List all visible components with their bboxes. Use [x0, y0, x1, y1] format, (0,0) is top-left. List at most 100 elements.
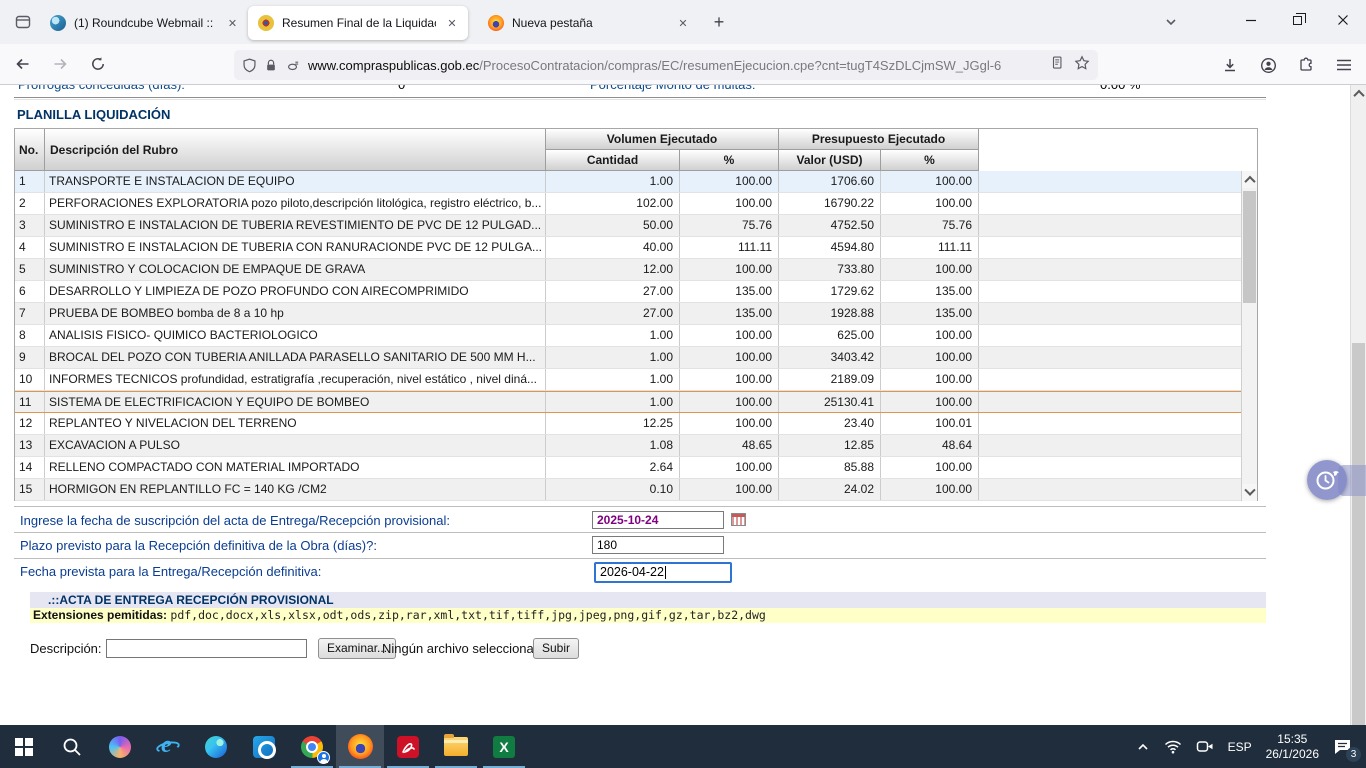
row-presupuesto-pct: 100.00 — [881, 479, 979, 500]
planilla-table-body: 1TRANSPORTE E INSTALACION DE EQUIPO1.001… — [15, 171, 1241, 501]
table-row[interactable]: 3SUMINISTRO E INSTALACION DE TUBERIA REV… — [15, 215, 1241, 237]
notification-count-badge: 3 — [1346, 747, 1361, 762]
calendar-icon[interactable] — [731, 513, 746, 526]
row-no: 11 — [15, 392, 45, 412]
new-tab-button[interactable]: + — [704, 7, 734, 37]
table-row[interactable]: 13EXCAVACION A PULSO1.0848.6512.8548.64 — [15, 435, 1241, 457]
row-valor-usd: 16790.22 — [779, 193, 881, 214]
bookmark-star-icon[interactable] — [1074, 55, 1090, 76]
fecha-definitiva-value: 2026-04-22 — [600, 565, 664, 580]
table-row[interactable]: 6DESARROLLO Y LIMPIEZA DE POZO PROFUNDO … — [15, 281, 1241, 303]
tab-roundcube[interactable]: (1) Roundcube Webmail :: Entra ✕ — [40, 6, 248, 40]
form-row-fecha-definitiva: Fecha prevista para la Entrega/Recepción… — [14, 559, 1266, 585]
table-row[interactable]: 11SISTEMA DE ELECTRIFICACION Y EQUIPO DE… — [15, 391, 1241, 413]
tab-close-icon[interactable]: ✕ — [674, 14, 692, 32]
url-bar[interactable]: www.compraspublicas.gob.ec/ProcesoContra… — [234, 50, 1098, 80]
row-presupuesto-pct: 135.00 — [881, 281, 979, 302]
taskbar-edge-icon[interactable] — [192, 725, 240, 768]
row-cantidad: 50.00 — [546, 215, 680, 236]
taskbar-internet-explorer-icon[interactable]: e — [144, 725, 192, 768]
time-tracker-extension-button[interactable] — [1307, 460, 1347, 500]
meet-now-icon[interactable] — [1189, 725, 1221, 768]
table-row[interactable]: 1TRANSPORTE E INSTALACION DE EQUIPO1.001… — [15, 171, 1241, 193]
page-scrollbar-thumb[interactable] — [1352, 343, 1365, 725]
row-volumen-pct: 75.76 — [680, 215, 779, 236]
row-descripcion: SUMINISTRO Y COLOCACION DE EMPAQUE DE GR… — [45, 259, 546, 280]
language-indicator[interactable]: ESP — [1221, 725, 1259, 768]
row-presupuesto-pct: 111.11 — [881, 237, 979, 258]
plazo-input[interactable]: 180 — [592, 536, 724, 554]
tracking-shield-icon[interactable] — [242, 58, 257, 73]
tab-title: Nueva pestaña — [512, 16, 666, 30]
fecha-definitiva-input[interactable]: 2026-04-22 — [594, 562, 732, 583]
header-filler — [979, 129, 1257, 171]
row-cantidad: 1.00 — [546, 369, 680, 390]
extensions-permitted-bar: Extensiones pemitidas: pdf,doc,docx,xls,… — [30, 608, 1266, 623]
fecha-provisional-input[interactable]: 2025-10-24 — [592, 511, 724, 529]
scroll-up-icon[interactable] — [1242, 171, 1257, 188]
subir-button[interactable]: Subir — [533, 638, 579, 659]
forward-button[interactable] — [44, 49, 76, 79]
table-scrollbar[interactable] — [1241, 171, 1257, 501]
notification-center-icon[interactable]: 3 — [1326, 725, 1360, 768]
reload-button[interactable] — [82, 49, 114, 79]
table-row[interactable]: 7PRUEBA DE BOMBEO bomba de 8 a 10 hp27.0… — [15, 303, 1241, 325]
wifi-icon[interactable] — [1157, 725, 1189, 768]
prorrogas-value: 0 — [398, 85, 405, 92]
row-no: 2 — [15, 193, 45, 214]
taskbar-search-icon[interactable] — [48, 725, 96, 768]
scrollbar-thumb[interactable] — [1243, 191, 1256, 303]
text-caret — [665, 566, 666, 579]
close-button[interactable] — [1320, 0, 1366, 40]
table-row[interactable]: 8ANALISIS FISICO- QUIMICO BACTERIOLOGICO… — [15, 325, 1241, 347]
table-row[interactable]: 12REPLANTEO Y NIVELACION DEL TERRENO12.2… — [15, 413, 1241, 435]
tray-chevron-up-icon[interactable] — [1129, 725, 1157, 768]
table-row[interactable]: 2PERFORACIONES EXPLORATORIA pozo piloto,… — [15, 193, 1241, 215]
downloads-icon[interactable] — [1214, 50, 1246, 80]
row-descripcion: BROCAL DEL POZO CON TUBERIA ANILLADA PAR… — [45, 347, 546, 368]
reader-mode-icon[interactable] — [1050, 55, 1064, 75]
firefox-view-button[interactable] — [6, 5, 40, 39]
page-scrollbar[interactable] — [1350, 85, 1366, 725]
table-row[interactable]: 5SUMINISTRO Y COLOCACION DE EMPAQUE DE G… — [15, 259, 1241, 281]
table-row[interactable]: 14RELLENO COMPACTADO CON MATERIAL IMPORT… — [15, 457, 1241, 479]
row-cantidad: 12.00 — [546, 259, 680, 280]
table-row[interactable]: 15HORMIGON EN REPLANTILLO FC = 140 KG /C… — [15, 479, 1241, 501]
lock-icon[interactable] — [264, 58, 278, 73]
row-presupuesto-pct: 100.00 — [881, 193, 979, 214]
taskbar-outlook-icon[interactable] — [240, 725, 288, 768]
tab-close-icon[interactable]: ✕ — [225, 14, 240, 32]
extensions-icon[interactable] — [1290, 50, 1322, 80]
tab-list-chevron-icon[interactable] — [1154, 7, 1188, 37]
taskbar-excel-icon[interactable]: X — [480, 725, 528, 768]
tab-close-icon[interactable]: ✕ — [444, 14, 460, 32]
descripcion-input[interactable] — [106, 639, 307, 658]
clock[interactable]: 15:35 26/1/2026 — [1259, 725, 1326, 768]
scroll-down-icon[interactable] — [1242, 484, 1257, 501]
taskbar-acrobat-icon[interactable] — [384, 725, 432, 768]
account-icon[interactable] — [1252, 50, 1284, 80]
restore-icon — [1293, 16, 1302, 25]
taskbar-firefox-icon[interactable] — [336, 725, 384, 768]
page-scroll-up-icon[interactable] — [1351, 85, 1366, 102]
row-no: 1 — [15, 171, 45, 192]
table-row[interactable]: 10INFORMES TECNICOS profundidad, estrati… — [15, 369, 1241, 391]
taskbar-copilot-icon[interactable] — [96, 725, 144, 768]
taskbar-file-explorer-icon[interactable] — [432, 725, 480, 768]
menu-hamburger-icon[interactable] — [1328, 50, 1360, 80]
table-row[interactable]: 4SUMINISTRO E INSTALACION DE TUBERIA CON… — [15, 237, 1241, 259]
row-volumen-pct: 135.00 — [680, 303, 779, 324]
taskbar-chrome-icon[interactable] — [288, 725, 336, 768]
tab-nueva-pestana[interactable]: Nueva pestaña ✕ — [478, 6, 700, 40]
header-volumen-ejecutado: Volumen Ejecutado — [546, 129, 779, 150]
permissions-icon[interactable] — [285, 58, 301, 73]
row-presupuesto-pct: 100.00 — [881, 457, 979, 478]
back-button[interactable] — [6, 49, 38, 79]
tab-resumen-liquidacion[interactable]: Resumen Final de la Liquidación ✕ — [248, 6, 468, 40]
table-row[interactable]: 9BROCAL DEL POZO CON TUBERIA ANILLADA PA… — [15, 347, 1241, 369]
start-button[interactable] — [0, 725, 48, 768]
extensions-label: Extensiones pemitidas: — [33, 608, 167, 622]
minimize-button[interactable] — [1228, 0, 1274, 40]
row-cantidad: 1.08 — [546, 435, 680, 456]
restore-button[interactable] — [1274, 0, 1320, 40]
